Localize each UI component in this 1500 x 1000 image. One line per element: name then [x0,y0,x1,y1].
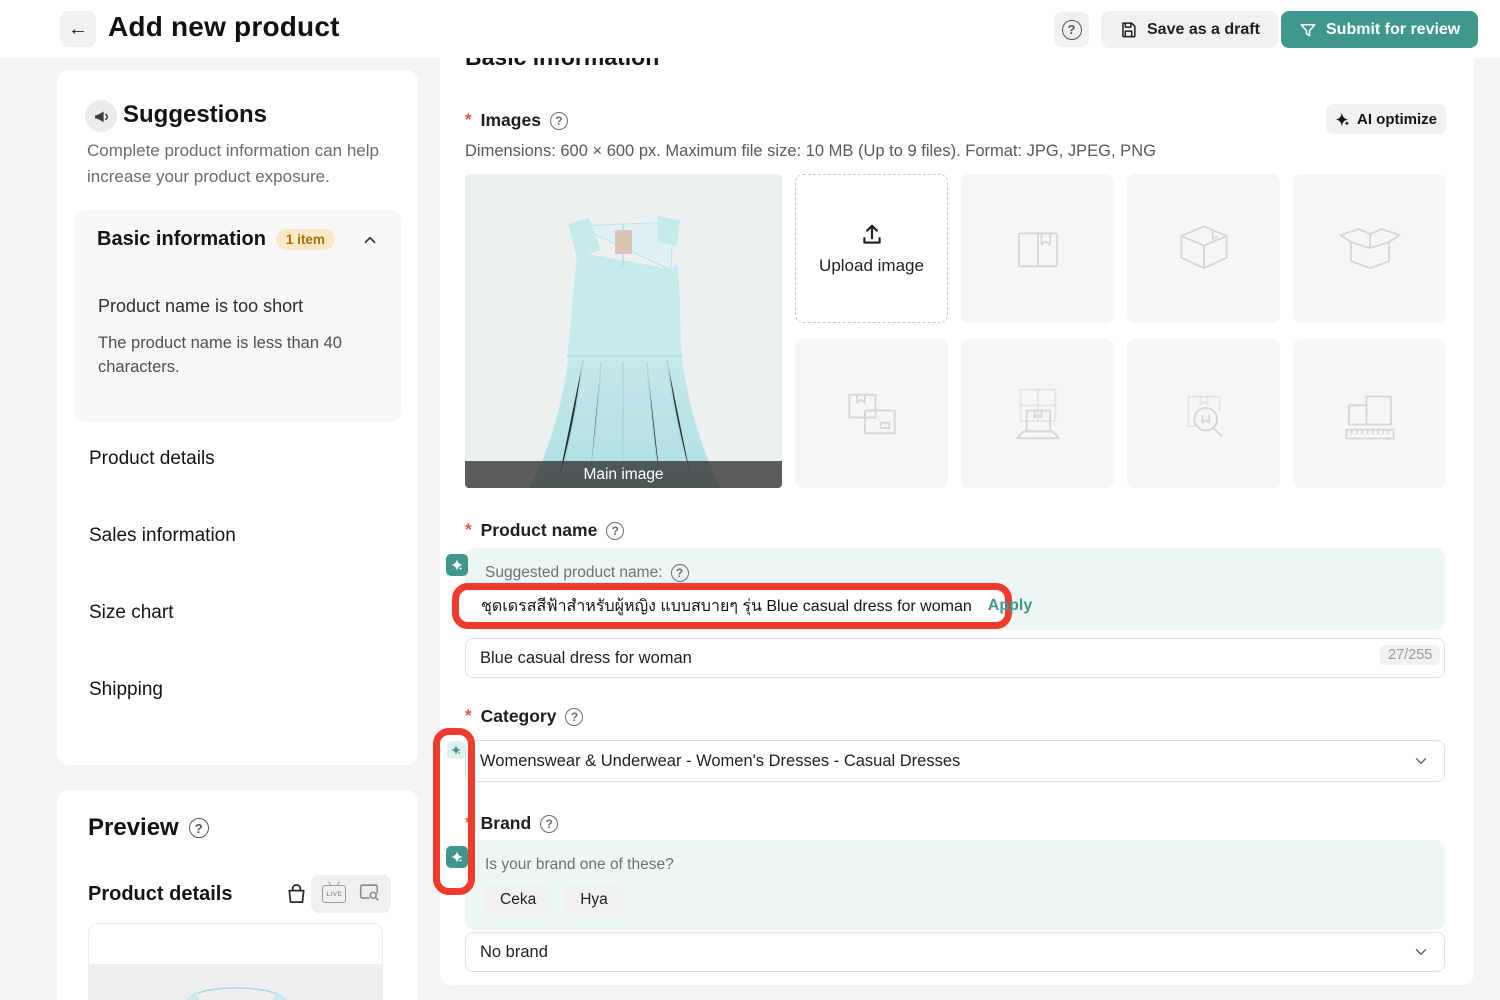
submit-review-button[interactable]: Submit for review [1281,11,1478,48]
funnel-icon [1299,21,1317,39]
image-placeholder-tile [1127,174,1280,323]
image-placeholder-tile [1293,339,1446,488]
sidebar-item-product-details[interactable]: Product details [89,448,215,470]
brand-label: * Brand ? [465,813,558,834]
parcels-icon [837,382,907,446]
product-name-input[interactable] [465,638,1445,678]
page-title: Add new product [108,11,340,43]
ai-optimize-button[interactable]: AI optimize [1326,104,1446,134]
suggestions-panel: Suggestions Complete product information… [57,70,418,765]
annotation-suggested-name-box: ชุดเดรสสีฟ้าสำหรับผู้หญิง แบบสบายๆ รุ่น … [452,583,1012,629]
suggestions-description: Complete product information can help in… [87,138,395,189]
sidebar-item-shipping[interactable]: Shipping [89,679,163,701]
top-header: ← Add new product ? Save as a draft Subm… [0,0,1500,58]
preview-subtitle: Product details [88,883,232,906]
sidebar-item-size-chart[interactable]: Size chart [89,602,173,624]
basic-information-section: Basic information 1 item Product name is… [74,210,401,422]
preview-mode-switch[interactable]: LIVE [311,875,391,913]
image-placeholder-tile [795,339,948,488]
help-icon[interactable]: ? [606,522,624,540]
package-window-icon [1003,381,1073,447]
preview-panel: Preview ? Product details LIVE [57,790,418,1000]
back-button[interactable]: ← [60,11,96,47]
sparkle-icon [1335,112,1350,127]
chevron-down-icon [1412,752,1430,770]
megaphone-icon [85,100,117,132]
image-placeholder-tile [961,339,1114,488]
shopping-bag-icon[interactable] [285,882,308,905]
required-asterisk: * [465,110,472,130]
apply-suggestion-link[interactable]: Apply [988,597,1032,615]
package-ruler-icon [1335,382,1405,446]
sparkle-icon [450,558,464,572]
basic-information-toggle[interactable]: Basic information 1 item [97,228,379,251]
category-label: * Category ? [465,706,583,727]
help-icon[interactable]: ? [671,564,689,582]
images-label: * Images ? [465,110,568,131]
main-image-caption: Main image [465,461,782,488]
help-icon[interactable]: ? [550,112,568,130]
annotation-ai-badges-box [433,728,475,895]
dress-photo [465,174,782,488]
preview-product-image [89,964,383,1000]
help-icon[interactable]: ? [540,815,558,833]
header-help-button[interactable]: ? [1054,12,1089,47]
save-draft-button[interactable]: Save as a draft [1101,11,1278,48]
brand-chip-ceka[interactable]: Ceka [485,884,551,915]
upload-icon [859,222,885,248]
character-counter: 27/255 [1380,645,1440,665]
issue-count-badge: 1 item [276,229,335,250]
issue-title[interactable]: Product name is too short [98,296,303,317]
add-product-page: Basic information * Images ? AI optimize… [0,0,1500,1000]
image-placeholder-tile [1127,339,1280,488]
help-icon[interactable]: ? [189,818,209,838]
brand-question: Is your brand one of these? [485,856,674,874]
sidebar-item-sales-information[interactable]: Sales information [89,525,236,547]
image-upload-hint: Dimensions: 600 × 600 px. Maximum file s… [465,142,1156,161]
main-product-image[interactable]: Main image [465,174,782,488]
chevron-down-icon [1412,943,1430,961]
issue-detail: The product name is less than 40 charact… [98,332,370,380]
brand-chip-hya[interactable]: Hya [565,884,623,915]
preview-title: Preview [88,814,179,842]
suggested-name-caption: Suggested product name: ? [485,564,689,582]
package-closed-icon [1168,216,1240,282]
live-tv-icon[interactable]: LIVE [322,885,346,903]
save-icon [1119,20,1138,39]
image-placeholder-tile [961,174,1114,323]
suggested-product-name: ชุดเดรสสีฟ้าสำหรับผู้หญิง แบบสบายๆ รุ่น … [481,594,972,619]
package-search-icon [1169,381,1239,447]
brand-suggestion-banner: Is your brand one of these? Ceka Hya [465,840,1445,930]
image-placeholder-tile [1293,174,1446,323]
product-name-label: * Product name ? [465,520,624,541]
upload-image-tile[interactable]: Upload image [795,174,948,323]
browse-search-icon[interactable] [358,881,380,908]
category-dropdown[interactable]: Womenswear & Underwear - Women's Dresses… [465,740,1445,782]
suggestions-title: Suggestions [123,101,267,129]
package-open-icon [1333,216,1407,282]
chevron-up-icon[interactable] [361,231,379,249]
brand-options: Ceka Hya [485,884,623,915]
basic-information-card: Basic information * Images ? AI optimize… [440,30,1474,985]
brand-dropdown[interactable]: No brand [465,932,1445,972]
preview-product-card [88,923,383,1000]
back-arrow-icon: ← [68,18,88,41]
ai-suggestion-badge [446,554,468,576]
package-front-icon [1003,216,1073,282]
help-icon[interactable]: ? [565,708,583,726]
